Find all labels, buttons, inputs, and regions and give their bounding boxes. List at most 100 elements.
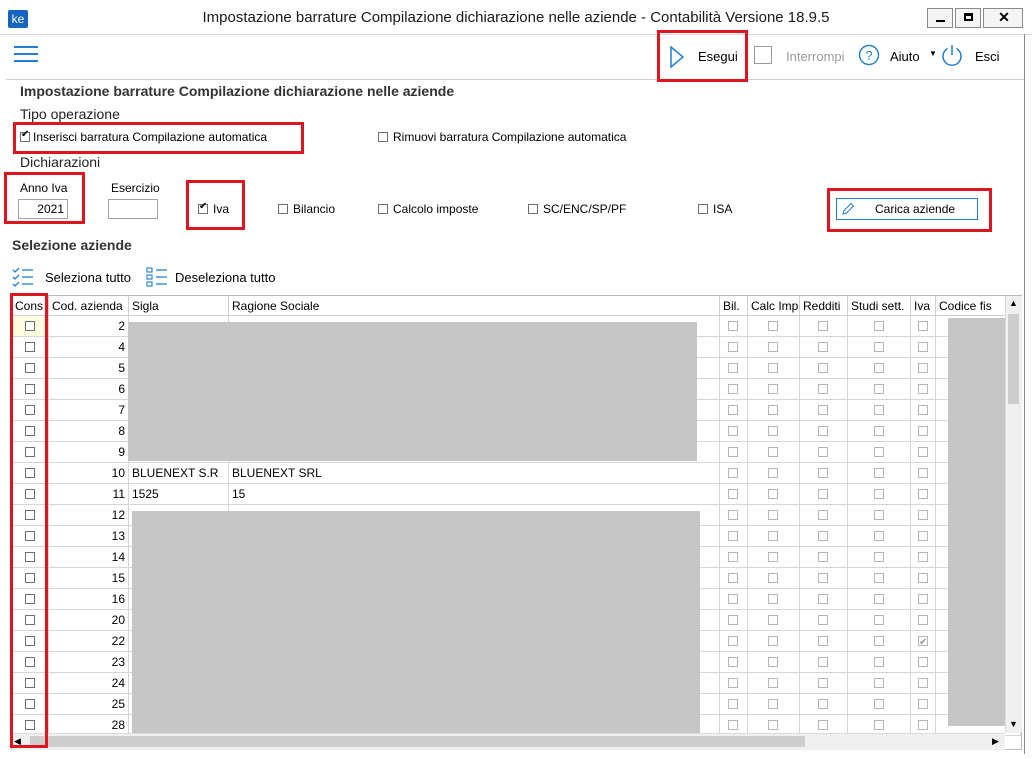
vertical-scrollbar[interactable]: ▲ ▼ [1005,296,1022,733]
insert-option[interactable]: Inserisci barratura Compilazione automat… [20,129,290,146]
cell-code: 15 [49,568,129,589]
iva-checkbox [918,594,928,604]
column-header[interactable]: Cons [12,296,49,316]
column-header[interactable]: Calc Imp. [748,296,800,316]
scroll-right-icon[interactable]: ▶ [992,736,999,747]
cons-checkbox[interactable] [25,615,35,625]
cell-bil [720,505,748,526]
cons-checkbox[interactable] [25,384,35,394]
cell-iva [911,358,936,379]
insert-checkbox[interactable] [20,129,30,142]
cell-cons [12,505,49,526]
cons-checkbox[interactable] [25,636,35,646]
cons-checkbox[interactable] [25,363,35,373]
calcolo-label: Calcolo imposte [393,202,479,216]
cons-checkbox[interactable] [25,447,35,457]
calc-checkbox [768,489,778,499]
calcolo-checkbox[interactable] [378,204,388,214]
cell-iva [911,505,936,526]
iva-option[interactable]: Iva [198,201,238,218]
stop-button[interactable]: Interrompi [752,44,852,70]
column-header[interactable]: Iva [911,296,936,316]
scroll-up-icon[interactable]: ▲ [1009,298,1018,308]
cell-bil [720,421,748,442]
close-icon: ✕ [998,9,1010,25]
load-companies-button[interactable]: Carica aziende [836,198,978,220]
sc-checkbox[interactable] [528,204,538,214]
deselect-all-button[interactable]: Deseleziona tutto [146,266,286,288]
column-header[interactable]: Bil. [720,296,748,316]
cell-studi [848,463,911,484]
column-header[interactable]: Studi sett. [848,296,911,316]
cons-checkbox[interactable] [25,720,35,730]
isa-checkbox[interactable] [698,204,708,214]
anno-iva-input[interactable]: 2021 [18,199,68,219]
h-scroll-thumb[interactable] [30,736,805,747]
cons-checkbox[interactable] [25,321,35,331]
studi-checkbox [874,636,884,646]
redd-checkbox [818,363,828,373]
iva-checkbox [918,363,928,373]
hamburger-menu-icon[interactable] [14,46,40,64]
maximize-button[interactable] [955,8,981,28]
calcolo-option[interactable]: Calcolo imposte [378,202,488,218]
cons-checkbox[interactable] [25,699,35,709]
calc-checkbox [768,447,778,457]
calc-checkbox [768,594,778,604]
calc-checkbox [768,510,778,520]
cons-checkbox[interactable] [25,489,35,499]
bilancio-checkbox[interactable] [278,204,288,214]
cell-iva [911,610,936,631]
cons-checkbox[interactable] [25,552,35,562]
column-header[interactable]: Ragione Sociale [229,296,720,316]
scroll-left-icon[interactable]: ◀ [14,736,21,747]
remove-option[interactable]: Rimuovi barratura Compilazione automatic… [378,130,648,146]
selection-heading: Selezione aziende [12,237,132,253]
scroll-thumb[interactable] [1008,314,1019,404]
sc-option[interactable]: SC/ENC/SP/PF [528,202,638,218]
cell-iva [911,631,936,652]
iva-checkbox[interactable] [198,201,208,214]
exit-button[interactable]: Esci [940,43,1010,69]
cell-redd [800,694,848,715]
cons-checkbox[interactable] [25,573,35,583]
column-header[interactable]: Sigla [129,296,229,316]
calc-checkbox [768,468,778,478]
cons-checkbox[interactable] [25,468,35,478]
cell-redd [800,484,848,505]
cell-redd [800,610,848,631]
cell-bil [720,463,748,484]
cell-studi [848,652,911,673]
page-heading: Impostazione barrature Compilazione dich… [20,83,455,99]
remove-checkbox[interactable] [378,132,388,142]
isa-option[interactable]: ISA [698,202,738,218]
calc-checkbox [768,657,778,667]
scroll-down-icon[interactable]: ▼ [1009,719,1018,729]
cons-checkbox[interactable] [25,342,35,352]
column-header[interactable]: Cod. azienda [49,296,129,316]
cell-code: 23 [49,652,129,673]
bilancio-option[interactable]: Bilancio [278,202,348,218]
cons-checkbox[interactable] [25,531,35,541]
cell-studi [848,358,911,379]
cons-checkbox[interactable] [25,405,35,415]
help-button[interactable]: ? Aiuto ▼ [858,44,938,70]
op-type-heading: Tipo operazione [20,106,120,122]
minimize-button[interactable] [927,8,953,28]
select-all-button[interactable]: Seleziona tutto [12,266,137,288]
bilancio-label: Bilancio [293,202,336,216]
close-button[interactable]: ✕ [983,8,1023,28]
cons-checkbox[interactable] [25,510,35,520]
select-all-label: Seleziona tutto [45,270,132,285]
horizontal-scrollbar[interactable]: ◀ ▶ [12,733,1005,750]
cons-checkbox[interactable] [25,657,35,667]
cons-checkbox[interactable] [25,594,35,604]
run-button[interactable]: Esegui [664,40,744,76]
dropdown-arrow-icon: ▼ [929,49,937,58]
redd-checkbox [818,720,828,730]
column-header[interactable]: Redditi [800,296,848,316]
cell-calc [748,358,800,379]
esercizio-input[interactable] [108,199,158,219]
cons-checkbox[interactable] [25,426,35,436]
cons-checkbox[interactable] [25,678,35,688]
